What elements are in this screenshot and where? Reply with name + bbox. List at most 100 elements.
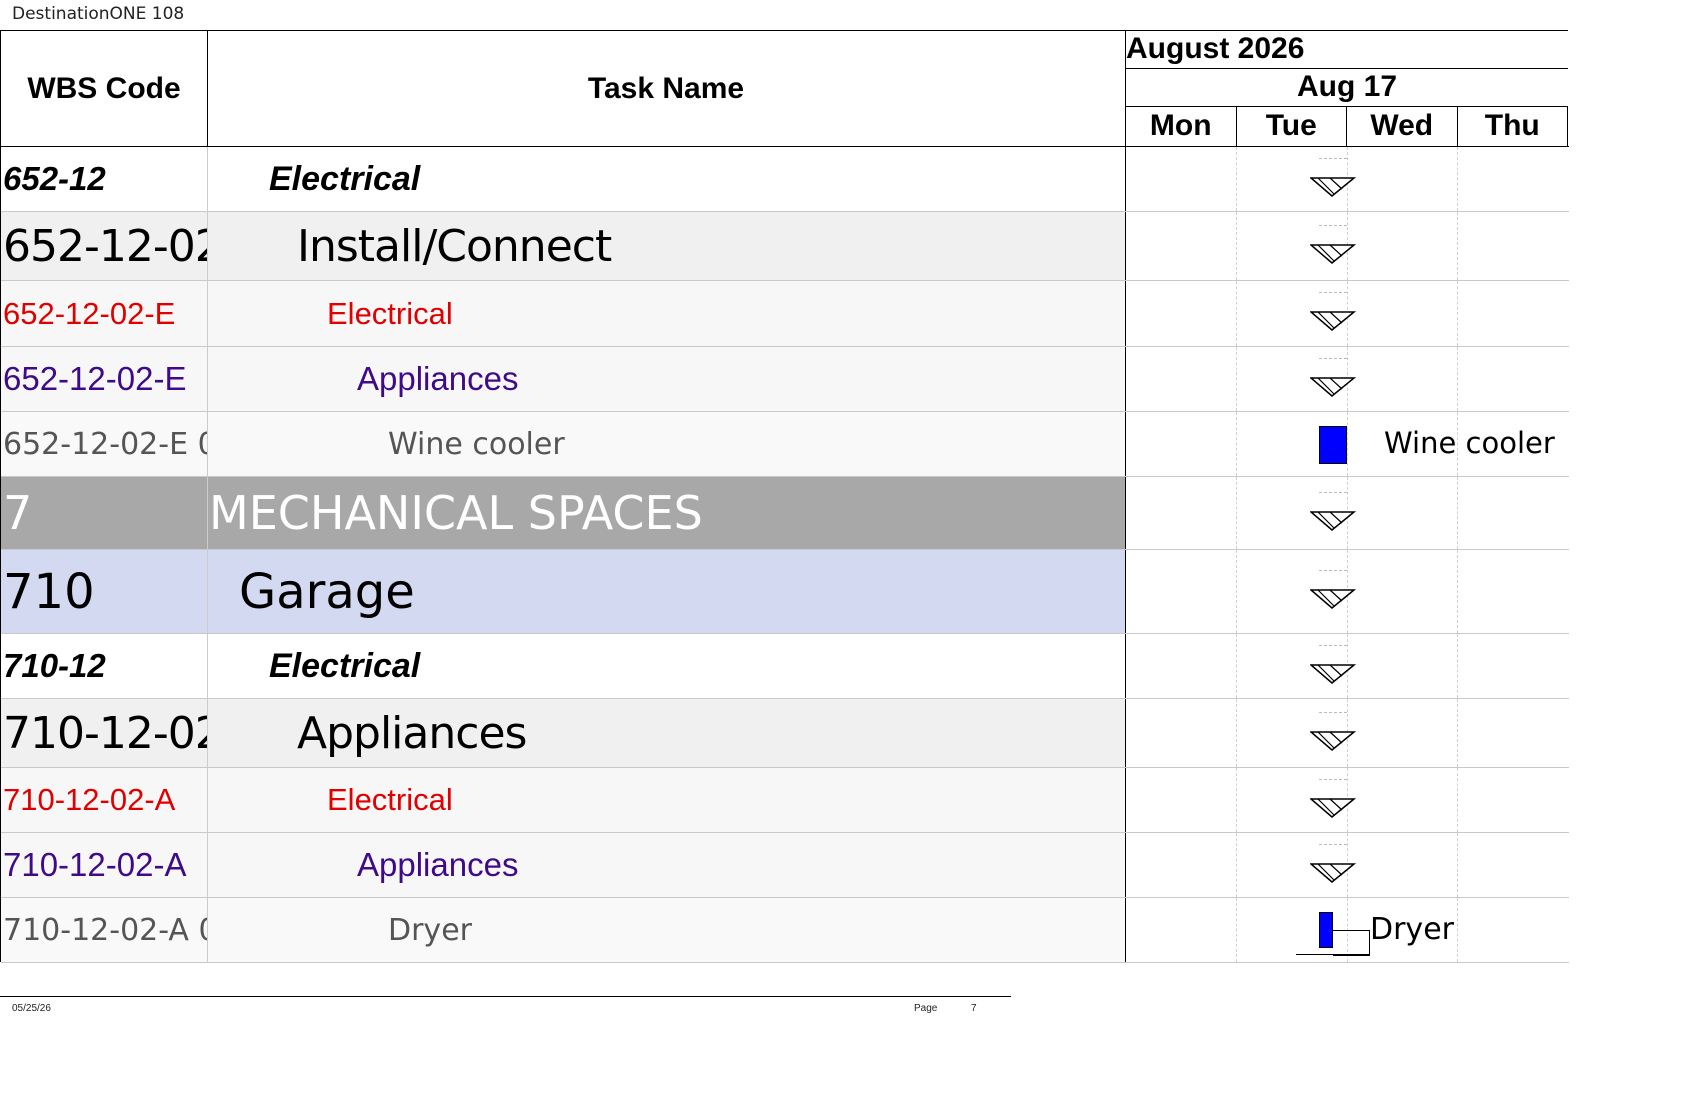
wbs-column-header[interactable]: WBS Code	[1, 31, 207, 147]
day-gridline	[1236, 833, 1237, 897]
table-row[interactable]: 710-12-02 Appliances	[1, 699, 1570, 768]
summary-milestone-icon[interactable]	[1310, 730, 1356, 752]
baseline-dash	[1319, 292, 1347, 293]
task-name-cell: Wine cooler	[388, 426, 565, 462]
day-gridline	[1236, 699, 1237, 767]
table-row[interactable]: 652-12-02 Install/Connect	[1, 212, 1570, 281]
summary-milestone-icon[interactable]	[1310, 663, 1356, 685]
baseline-dash	[1319, 224, 1347, 226]
baseline-dash	[1319, 778, 1347, 780]
wbs-cell: 710	[3, 563, 95, 620]
gantt-cell: Dryer	[1125, 898, 1570, 962]
baseline-dash	[1319, 711, 1347, 713]
timescale-header: August 2026 Aug 17 Mon Tue Wed Thu	[1125, 31, 1570, 147]
summary-milestone-icon[interactable]	[1310, 310, 1356, 332]
timescale-month: August 2026	[1126, 32, 1305, 65]
task-name-cell: Install/Connect	[297, 220, 612, 272]
task-bar[interactable]	[1319, 426, 1347, 464]
footer-date: 05/25/26	[12, 1003, 51, 1014]
day-gridline	[1457, 147, 1458, 211]
gantt-cell: Wine cooler	[1125, 412, 1570, 476]
column-divider	[207, 347, 208, 411]
summary-milestone-icon[interactable]	[1310, 588, 1356, 610]
gantt-cell	[1125, 281, 1570, 346]
table-row[interactable]: 710-12-02-A Appliances	[1, 833, 1570, 898]
task-name-cell: Electrical	[269, 159, 421, 198]
table-row[interactable]: 652-12-02-E 01 Wine cooler Wine cooler	[1, 412, 1570, 477]
day-gridline	[1347, 412, 1348, 476]
task-column-header[interactable]: Task Name	[208, 31, 1124, 147]
gantt-cell	[1125, 550, 1570, 633]
task-name-cell: Appliances	[297, 707, 527, 759]
wbs-cell: 710-12	[3, 647, 106, 684]
wbs-cell: 7	[3, 486, 33, 540]
day-gridline	[1236, 212, 1237, 280]
bar-label: Dryer	[1370, 912, 1454, 947]
day-gridline	[1236, 477, 1237, 549]
table-row[interactable]: 652-12-02-E Electrical	[1, 281, 1570, 347]
column-divider	[207, 212, 208, 280]
day-gridline	[1457, 699, 1458, 767]
baseline-dash	[1319, 843, 1347, 845]
footer-page-number: 7	[971, 1003, 977, 1014]
task-name-cell: Garage	[239, 563, 415, 620]
wbs-cell: 710-12-02	[3, 707, 207, 759]
day-gridline	[1457, 477, 1458, 549]
table-row[interactable]: 710-12 Electrical	[1, 634, 1570, 699]
day-tue: Tue	[1237, 107, 1347, 147]
day-gridline	[1236, 550, 1237, 633]
wbs-cell: 652-12	[3, 160, 106, 197]
summary-milestone-icon[interactable]	[1310, 243, 1356, 265]
day-gridline	[1457, 833, 1458, 897]
column-divider	[207, 550, 208, 633]
document-title: DestinationONE 108	[12, 4, 185, 24]
task-name-cell: Electrical	[269, 646, 421, 685]
task-bar[interactable]	[1319, 912, 1333, 948]
gantt-cell	[1125, 477, 1570, 549]
day-wed: Wed	[1347, 107, 1458, 147]
summary-milestone-icon[interactable]	[1310, 862, 1356, 884]
table-row[interactable]: 652-12-02-E Appliances	[1, 347, 1570, 412]
table-row[interactable]: 710-12-02-A Electrical	[1, 768, 1570, 833]
column-divider	[207, 281, 208, 346]
table-row[interactable]: 652-12 Electrical	[1, 147, 1570, 212]
day-gridline	[1236, 634, 1237, 698]
day-gridline	[1457, 212, 1458, 280]
gantt-sheet: WBS Code Task Name August 2026 Aug 17 Mo…	[0, 30, 1570, 963]
gantt-cell	[1125, 833, 1570, 897]
table-row[interactable]: 7 MECHANICAL SPACES	[1, 477, 1570, 550]
wbs-cell: 652-12-02-E 01	[3, 426, 207, 462]
day-gridline	[1236, 768, 1237, 832]
summary-milestone-icon[interactable]	[1310, 176, 1356, 198]
gantt-cell	[1125, 699, 1570, 767]
baseline-dash	[1319, 157, 1347, 159]
timescale-days: Mon Tue Wed Thu	[1126, 106, 1568, 147]
column-divider	[207, 477, 208, 549]
day-gridline	[1457, 347, 1458, 411]
table-row[interactable]: 710 Garage	[1, 550, 1570, 634]
wbs-cell: 652-12-02	[3, 220, 207, 272]
baseline-dash	[1319, 570, 1347, 571]
column-divider	[207, 768, 208, 832]
wbs-cell: 652-12-02-E	[3, 295, 176, 331]
summary-milestone-icon[interactable]	[1310, 510, 1356, 532]
task-name-cell: MECHANICAL SPACES	[209, 486, 703, 540]
summary-milestone-icon[interactable]	[1310, 797, 1356, 819]
gantt-cell	[1125, 634, 1570, 698]
day-gridline	[1236, 147, 1237, 211]
gantt-cell	[1125, 347, 1570, 411]
column-divider	[207, 634, 208, 698]
link-connector-line	[1296, 954, 1369, 955]
baseline-dash	[1319, 644, 1347, 646]
task-name-cell: Dryer	[388, 912, 472, 948]
day-gridline	[1236, 412, 1237, 476]
column-divider	[207, 898, 208, 962]
day-mon: Mon	[1126, 107, 1237, 147]
summary-milestone-icon[interactable]	[1310, 376, 1356, 398]
footer-page-label: Page	[914, 1003, 938, 1014]
link-connector	[1333, 930, 1370, 956]
table-row[interactable]: 710-12-02-A 01 Dryer Dryer	[1, 898, 1570, 963]
column-divider	[207, 147, 208, 211]
day-gridline	[1457, 550, 1458, 633]
day-gridline	[1457, 898, 1458, 962]
